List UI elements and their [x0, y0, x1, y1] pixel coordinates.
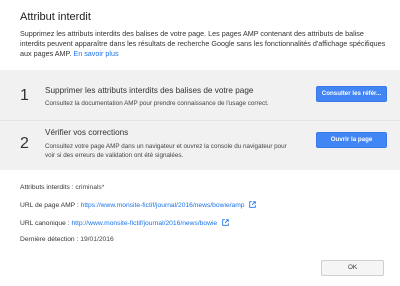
step-1: 1 Supprimer les attributs interdits des … [0, 70, 400, 120]
step-title: Supprimer les attributs interdits des ba… [45, 86, 254, 95]
dialog-intro: Supprimez les attributs interdits des ba… [20, 29, 388, 59]
dialog: Attribut interdit Supprimez les attribut… [0, 0, 400, 286]
step-title: Vérifier vos corrections [45, 128, 129, 137]
detail-amp-url: URL de page AMP : https://www.monsite-fi… [20, 201, 257, 209]
detail-forbidden-attributes: Attributs interdits : criminals* [20, 184, 104, 191]
forbidden-label: Attributs interdits : [20, 184, 74, 191]
learn-more-link[interactable]: En savoir plus [73, 49, 118, 58]
step-2: 2 Vérifier vos corrections Consultez vot… [0, 120, 400, 170]
amp-url-label: URL de page AMP : [20, 202, 79, 209]
canonical-label: URL canonique : [20, 220, 70, 227]
steps-panel: 1 Supprimer les attributs interdits des … [0, 70, 400, 170]
detected-label: Dernière détection : [20, 236, 79, 243]
step-description: Consultez votre page AMP dans un navigat… [45, 143, 287, 159]
amp-url-link[interactable]: https://www.monsite-fictif/journal/2016/… [81, 202, 245, 209]
step-number: 1 [20, 87, 29, 104]
step-description: Consultez la documentation AMP pour pren… [45, 100, 269, 107]
view-references-button[interactable]: Consulter les référ... [316, 86, 387, 102]
open-page-button[interactable]: Ouvrir la page [316, 132, 387, 148]
external-link-icon[interactable] [249, 201, 257, 208]
detail-last-detected: Dernière détection : 19/01/2016 [20, 236, 114, 243]
step-number: 2 [20, 135, 29, 152]
detail-canonical-url: URL canonique : http://www.monsite-ficti… [20, 219, 229, 227]
ok-button[interactable]: OK [321, 260, 384, 276]
forbidden-value: criminals* [75, 184, 105, 191]
canonical-url-link[interactable]: http://www.monsite-fictif/journal/2016/n… [71, 220, 217, 227]
detected-value: 19/01/2016 [80, 236, 114, 243]
dialog-title: Attribut interdit [20, 11, 91, 23]
external-link-icon[interactable] [222, 219, 229, 226]
